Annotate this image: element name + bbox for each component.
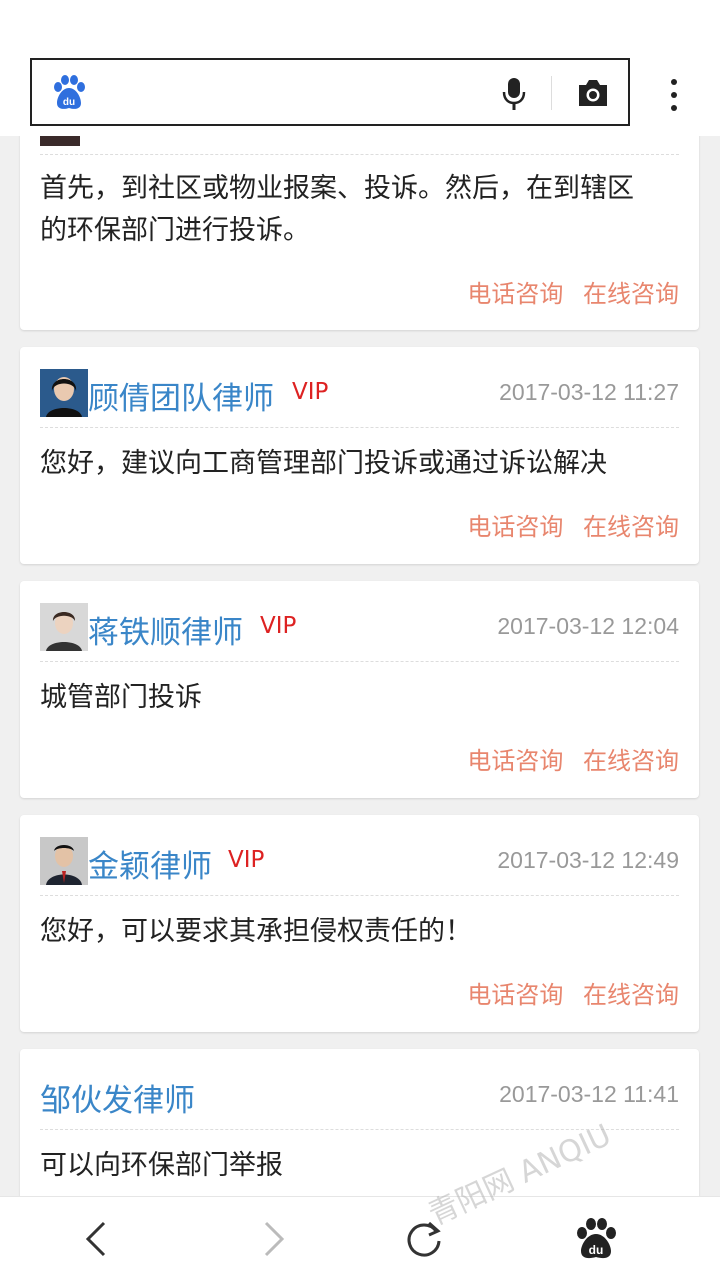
baidu-logo-icon: du [54,75,85,109]
card-header: 金颖律师 VIP 2017-03-12 12:49 [40,815,679,896]
card-header: 顾倩团队律师 VIP 2017-03-12 11:27 [40,347,679,428]
back-icon[interactable] [76,1217,120,1261]
avatar [40,136,80,146]
answer-card: 首先，到社区或物业报案、投诉。然后，在到辖区 的环保部门进行投诉。 电话咨询 在… [20,136,699,330]
phone-consult-link[interactable]: 电话咨询 [467,513,563,541]
consult-actions: 电话咨询 在线咨询 [455,741,679,776]
answer-time: 2017-03-12 12:49 [497,847,679,873]
answer-card: 顾倩团队律师 VIP 2017-03-12 11:27 您好，建议向工商管理部门… [20,347,699,564]
baidu-home-icon[interactable]: du [574,1217,618,1261]
svg-text:du: du [63,97,75,108]
answer-time: 2017-03-12 12:04 [497,613,679,639]
answer-time: 2017-03-12 11:27 [499,379,679,405]
avatar[interactable] [40,837,88,885]
browser-header: du [0,0,720,136]
avatar[interactable] [40,603,88,651]
search-divider [551,76,552,110]
phone-consult-link[interactable]: 电话咨询 [467,280,563,308]
answers-list: 首先，到社区或物业报案、投诉。然后，在到辖区 的环保部门进行投诉。 电话咨询 在… [0,136,720,1196]
more-menu-icon[interactable] [664,76,684,116]
consult-actions: 电话咨询 在线咨询 [455,507,679,542]
answer-card: 蒋铁顺律师 VIP 2017-03-12 12:04 城管部门投诉 电话咨询 在… [20,581,699,798]
vip-badge: VIP [292,379,329,405]
answer-text: 您好，建议向工商管理部门投诉或通过诉讼解决 [40,448,607,479]
forward-icon[interactable] [250,1217,294,1261]
online-consult-link[interactable]: 在线咨询 [583,513,679,541]
phone-consult-link[interactable]: 电话咨询 [467,981,563,1009]
consult-actions: 电话咨询 在线咨询 [455,274,679,309]
svg-text:du: du [589,1243,604,1257]
online-consult-link[interactable]: 在线咨询 [583,747,679,775]
vip-badge: VIP [228,847,265,873]
lawyer-name[interactable]: 顾倩团队律师 [88,373,274,418]
answer-card: 金颖律师 VIP 2017-03-12 12:49 您好，可以要求其承担侵权责任… [20,815,699,1032]
browser-bottom-bar: du [0,1196,720,1281]
microphone-icon[interactable] [500,76,528,112]
avatar[interactable] [40,369,88,417]
lawyer-name[interactable]: 邹伙发律师 [40,1075,195,1120]
card-header: 蒋铁顺律师 VIP 2017-03-12 12:04 [40,581,679,662]
answer-text: 首先，到社区或物业报案、投诉。然后，在到辖区 的环保部门进行投诉。 [40,173,634,246]
online-consult-link[interactable]: 在线咨询 [583,280,679,308]
search-input[interactable]: du [30,58,630,126]
vip-badge: VIP [260,613,297,639]
answer-time: 2017-03-12 11:41 [499,1081,679,1107]
consult-actions: 电话咨询 在线咨询 [455,975,679,1010]
lawyer-name[interactable]: 蒋铁顺律师 [88,607,243,652]
phone-consult-link[interactable]: 电话咨询 [467,747,563,775]
answer-text: 您好，可以要求其承担侵权责任的！ [40,916,472,947]
lawyer-name[interactable]: 金颖律师 [88,841,212,886]
card-header [40,136,679,155]
camera-icon[interactable] [576,78,610,108]
answer-text: 城管部门投诉 [40,682,202,713]
online-consult-link[interactable]: 在线咨询 [583,981,679,1009]
